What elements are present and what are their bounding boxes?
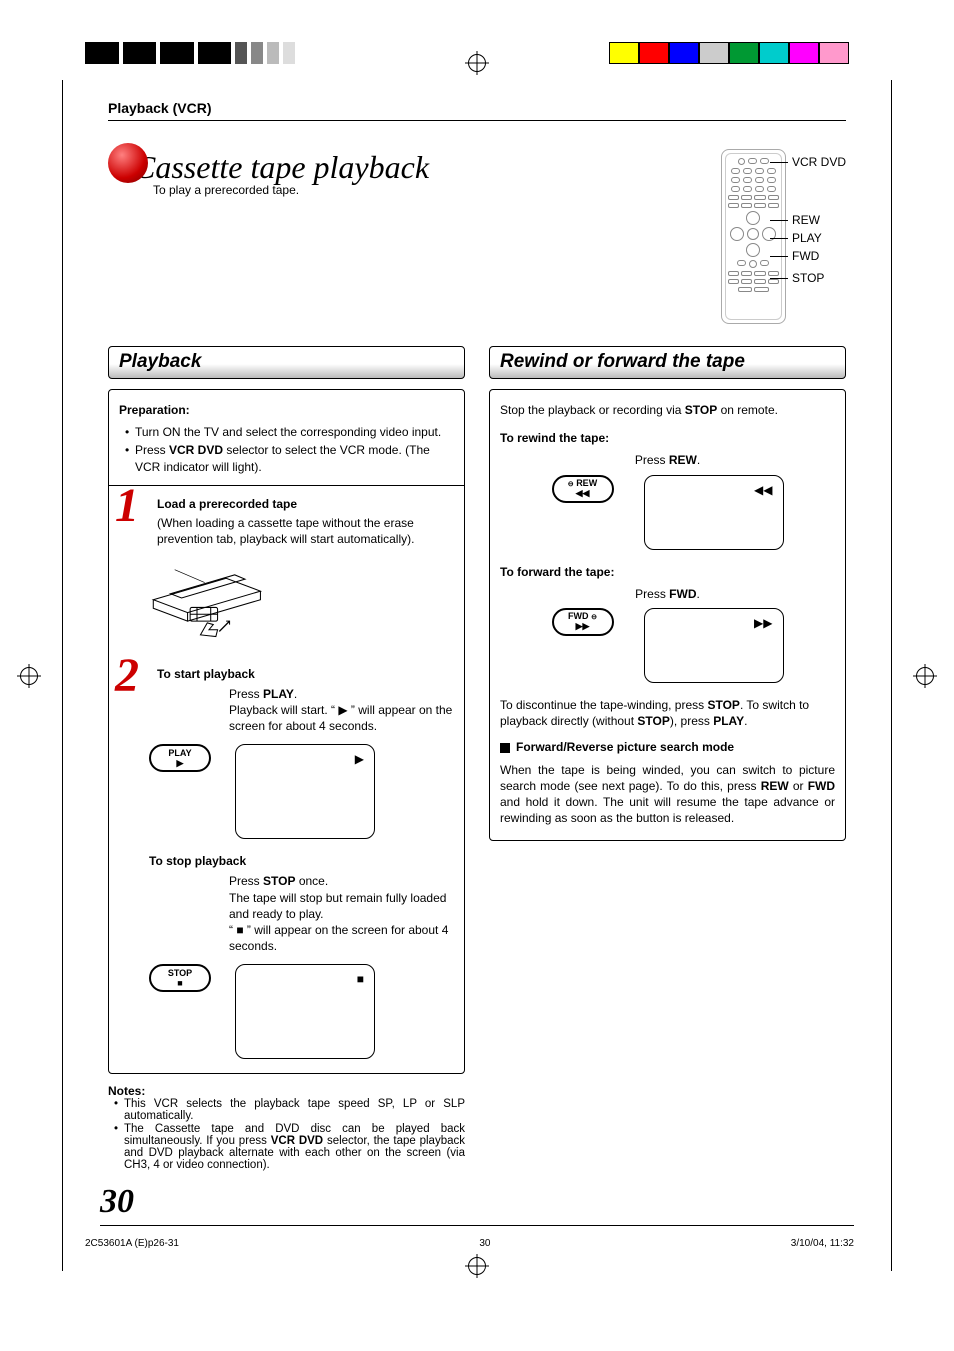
stop-desc1: The tape will stop but remain fully load… [229,890,454,922]
press-fwd-line: Press FWD. [500,586,835,602]
breadcrumb-rule [108,120,846,121]
rewind-heading: Rewind or forward the tape [489,346,846,379]
stop-desc2: “ ■ ” will appear on the screen for abou… [229,922,454,954]
forward-tape-title: To forward the tape: [500,564,835,580]
step1-title: Load a prerecorded tape [157,496,454,512]
step1-body: (When loading a cassette tape without th… [157,515,454,547]
breadcrumb: Playback (VCR) [108,100,846,116]
remote-label-rew: REW [792,213,846,227]
prep-item: Press VCR DVD selector to select the VCR… [125,442,454,474]
fwd-button-illustration: FWD ⊖ ▶▶ [552,608,614,636]
press-rew-line: Press REW. [500,452,835,468]
remote-diagram: VCR DVD REW PLAY FWD STOP [721,149,846,324]
step2-title: To start playback [157,666,454,682]
registration-mark-right [916,667,934,685]
discontinue-text: To discontinue the tape-winding, press S… [500,697,835,729]
rewind-icon: ◀◀ [754,482,772,498]
step-number-2: 2 [115,652,139,700]
footer-metadata: 2C53601A (E)p26-31 30 3/10/04, 11:32 [85,1238,854,1249]
note-item: This VCR selects the playback tape speed… [114,1098,465,1122]
print-color-bars [609,42,849,67]
footer-timestamp: 3/10/04, 11:32 [791,1238,854,1249]
play-desc: Playback will start. “ ▶ ” will appear o… [229,702,454,734]
playback-panel: Preparation: Turn ON the TV and select t… [108,389,465,1074]
search-mode-title: Forward/Reverse picture search mode [500,739,835,755]
stop-button-illustration: STOP ■ [149,964,211,992]
forward-icon: ▶▶ [576,622,590,631]
cassette-insert-illustration [149,559,454,653]
print-black-bars [85,42,295,64]
screen-stop-indicator: ■ [235,964,375,1059]
play-button-illustration: PLAY ▶ [149,744,211,772]
square-bullet-icon [500,743,510,753]
screen-fwd-indicator: ▶▶ [644,608,784,683]
press-play-line: Press PLAY. [229,686,454,702]
remote-label-vcr-dvd: VCR DVD [792,155,846,169]
prep-item: Turn ON the TV and select the correspond… [125,424,454,440]
rewind-tape-title: To rewind the tape: [500,430,835,446]
play-icon: ▶ [177,759,184,768]
registration-mark-top [468,54,486,72]
rew-button-illustration: ⊖ REW ◀◀ [552,475,614,503]
page-title: Cassette tape playback [134,149,429,186]
stop-icon: ■ [357,971,364,987]
remote-label-play: PLAY [792,231,846,245]
rewind-icon: ◀◀ [576,489,590,498]
rewind-intro: Stop the playback or recording via STOP … [500,402,835,418]
remote-label-fwd: FWD [792,249,846,263]
page-number: 30 [100,1183,134,1221]
note-item: The Cassette tape and DVD disc can be pl… [114,1123,465,1171]
play-icon: ▶ [355,751,364,767]
footer-page: 30 [479,1238,490,1249]
page-number-rule [100,1225,854,1226]
search-mode-body: When the tape is being winded, you can s… [500,762,835,827]
preparation-label: Preparation: [119,402,454,418]
screen-rew-indicator: ◀◀ [644,475,784,550]
screen-play-indicator: ▶ [235,744,375,839]
decorative-sphere-icon [108,143,148,183]
step-number-1: 1 [115,482,139,530]
forward-icon: ▶▶ [754,615,772,631]
press-stop-line: Press STOP once. [229,873,454,889]
stop-playback-title: To stop playback [149,853,454,869]
remote-label-stop: STOP [792,271,846,285]
footer-doc-id: 2C53601A (E)p26-31 [85,1238,179,1249]
notes-heading: Notes: [108,1084,465,1098]
stop-icon: ■ [177,979,182,988]
playback-heading: Playback [108,346,465,379]
rewind-panel: Stop the playback or recording via STOP … [489,389,846,841]
registration-mark-left [20,667,38,685]
